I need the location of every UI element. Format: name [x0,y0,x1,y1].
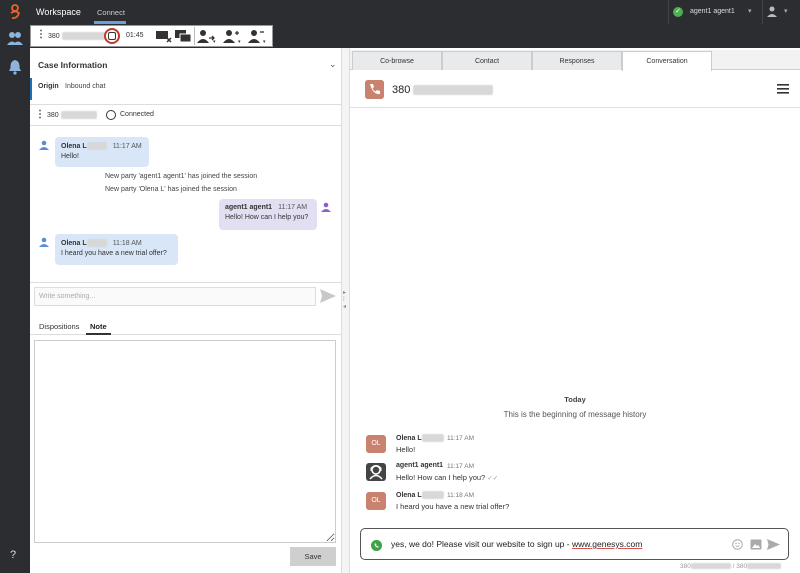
emoji-icon[interactable] [732,539,743,550]
help-icon[interactable]: ? [10,549,16,561]
chat-bubble-agent: agent1 agent1 11:17 AM Hello! How can I h… [219,199,317,230]
reply-text[interactable]: yes, we do! Please visit our website to … [391,539,642,549]
message-text: I heard you have a new trial offer? [61,250,167,257]
history-start-label: This is the beginning of message history [503,410,647,419]
origin-value: Inbound chat [65,83,106,90]
interaction-number: 380 [48,32,110,40]
message-time: 11:17 AM [447,463,474,470]
workspace-label: Workspace [36,7,81,17]
transfer-icon[interactable]: ▾ [197,28,217,44]
sender-name: Olena L [61,142,107,150]
tab-responses[interactable]: Responses [532,51,622,70]
message-time: 11:18 AM [447,492,474,499]
consult-chat-icon[interactable] [173,28,193,44]
party-status: Connected [120,111,154,118]
splitter-grip-icon[interactable]: ▸ ⁞ ◂ [343,290,346,311]
more-options-icon[interactable]: ⋮ [36,29,46,40]
reply-link[interactable]: www.genesys.com [572,539,642,549]
note-textarea[interactable] [34,340,336,543]
chat-compose-placeholder: Write something... [39,293,96,300]
toolbar-divider [194,27,195,45]
send-icon[interactable] [767,539,780,550]
origin-label: Origin [38,83,59,90]
contacts-icon[interactable] [7,30,23,46]
chevron-down-icon[interactable]: ⌄ [329,59,337,70]
case-information-title: Case Information [38,60,108,70]
party-menu-icon[interactable]: ⋮ [35,109,45,120]
date-separator: Today [564,395,586,404]
message-text: Hello! [61,153,79,160]
conversation-number: 380 [392,84,494,96]
sender-name: Olena L [61,239,107,247]
divider [30,104,342,105]
agent-name: agent1 agent1 [690,8,735,15]
hamburger-menu-icon[interactable] [777,84,789,94]
notifications-bell-icon[interactable] [8,59,22,75]
divider [30,125,342,126]
message-time: 11:18 AM [112,239,142,247]
add-party-icon[interactable]: ▾ [247,28,267,44]
tab-note[interactable]: Note [90,322,107,331]
image-attach-icon[interactable] [750,539,762,550]
conversation-footer-numbers: 380 / 380 [680,563,782,570]
chevron-down-icon[interactable]: ▾ [748,7,752,15]
genesys-logo-icon [10,4,21,20]
agent-icon [321,202,331,212]
customer-icon [39,237,49,247]
message-text: I heard you have a new trial offer? [396,502,510,511]
svg-text:▾: ▾ [213,39,216,44]
done-chat-icon[interactable] [154,28,174,44]
message-time: 11:17 AM [112,142,142,150]
user-icon[interactable] [766,5,778,17]
sender-name: agent1 agent1 [225,204,273,211]
agent-avatar-icon [366,463,386,481]
sender-name: agent1 agent1 [396,462,444,469]
tab-co-browse[interactable]: Co-browse [352,51,442,70]
phone-icon [365,80,384,99]
tab-contact[interactable]: Contact [442,51,532,70]
chevron-down-icon[interactable]: ▾ [784,7,788,15]
party-number: 380 [47,111,97,119]
chat-status-icon [106,110,116,120]
chat-bubble-customer: Olena L 11:18 AM I heard you have a new t… [55,234,178,265]
whatsapp-icon [371,540,382,551]
left-rail [0,24,30,573]
customer-icon [39,140,49,150]
tab-conversation[interactable]: Conversation [622,51,712,71]
tab-dispositions[interactable]: Dispositions [39,322,79,331]
message-time: 11:17 AM [447,435,474,442]
message-text: Hello! How can I help you? ✓✓ [396,473,499,482]
customer-avatar: OL [366,492,386,510]
ready-status-icon: ✓ [673,7,683,17]
sender-name: Olena L [396,491,444,499]
system-message: New party 'agent1 agent1' has joined the… [105,173,258,180]
sender-name: Olena L [396,434,444,442]
interaction-timer: 01:45 [126,32,144,39]
case-accent-bar [30,78,32,100]
chat-bubble-customer: Olena L 11:17 AM Hello! [55,137,149,167]
svg-text:▾: ▾ [263,39,266,44]
customer-avatar: OL [366,435,386,453]
read-check-icon: ✓✓ [487,475,499,482]
message-text: Hello! [396,445,416,454]
chat-bubble-icon [108,32,116,40]
send-icon[interactable] [320,289,336,303]
system-message: New party 'Olena L' has joined the sessi… [105,186,237,193]
message-text: Hello! How can I help you? [225,214,309,221]
message-time: 11:17 AM [278,204,308,211]
active-tab-indicator [86,333,111,335]
conference-icon[interactable]: ▾ [222,28,242,44]
svg-text:▾: ▾ [238,39,241,44]
save-button[interactable]: Save [290,547,336,566]
connect-tab[interactable]: Connect [97,8,125,17]
divider [30,282,342,283]
